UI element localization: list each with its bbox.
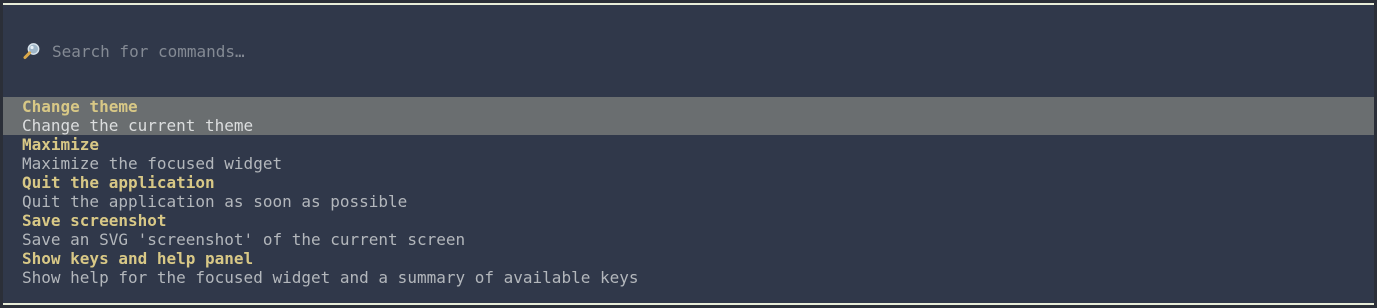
command-list: Change theme Change the current theme Ma…: [3, 97, 1374, 287]
command-description: Save an SVG 'screenshot' of the current …: [22, 230, 466, 249]
command-title: Change theme: [22, 97, 138, 116]
command-description: Change the current theme: [22, 116, 254, 135]
magnifier-icon: [22, 41, 42, 61]
command-title: Quit the application: [22, 173, 215, 192]
terminal-screen: Change theme Change the current theme Ma…: [0, 0, 1377, 308]
command-item-change-theme[interactable]: Change theme Change the current theme: [3, 97, 1374, 135]
command-item-show-keys[interactable]: Show keys and help panel Show help for t…: [3, 249, 1374, 287]
search-bar: [3, 32, 1374, 70]
command-item-save-screenshot[interactable]: Save screenshot Save an SVG 'screenshot'…: [3, 211, 1374, 249]
command-description: Show help for the focused widget and a s…: [22, 268, 639, 287]
command-palette: Change theme Change the current theme Ma…: [3, 3, 1374, 305]
command-title: Save screenshot: [22, 211, 167, 230]
command-description: Maximize the focused widget: [22, 154, 283, 173]
search-input[interactable]: [52, 36, 1252, 66]
command-item-quit[interactable]: Quit the application Quit the applicatio…: [3, 173, 1374, 211]
command-title: Maximize: [22, 135, 100, 154]
command-item-maximize[interactable]: Maximize Maximize the focused widget: [3, 135, 1374, 173]
command-description: Quit the application as soon as possible: [22, 192, 408, 211]
command-title: Show keys and help panel: [22, 249, 254, 268]
